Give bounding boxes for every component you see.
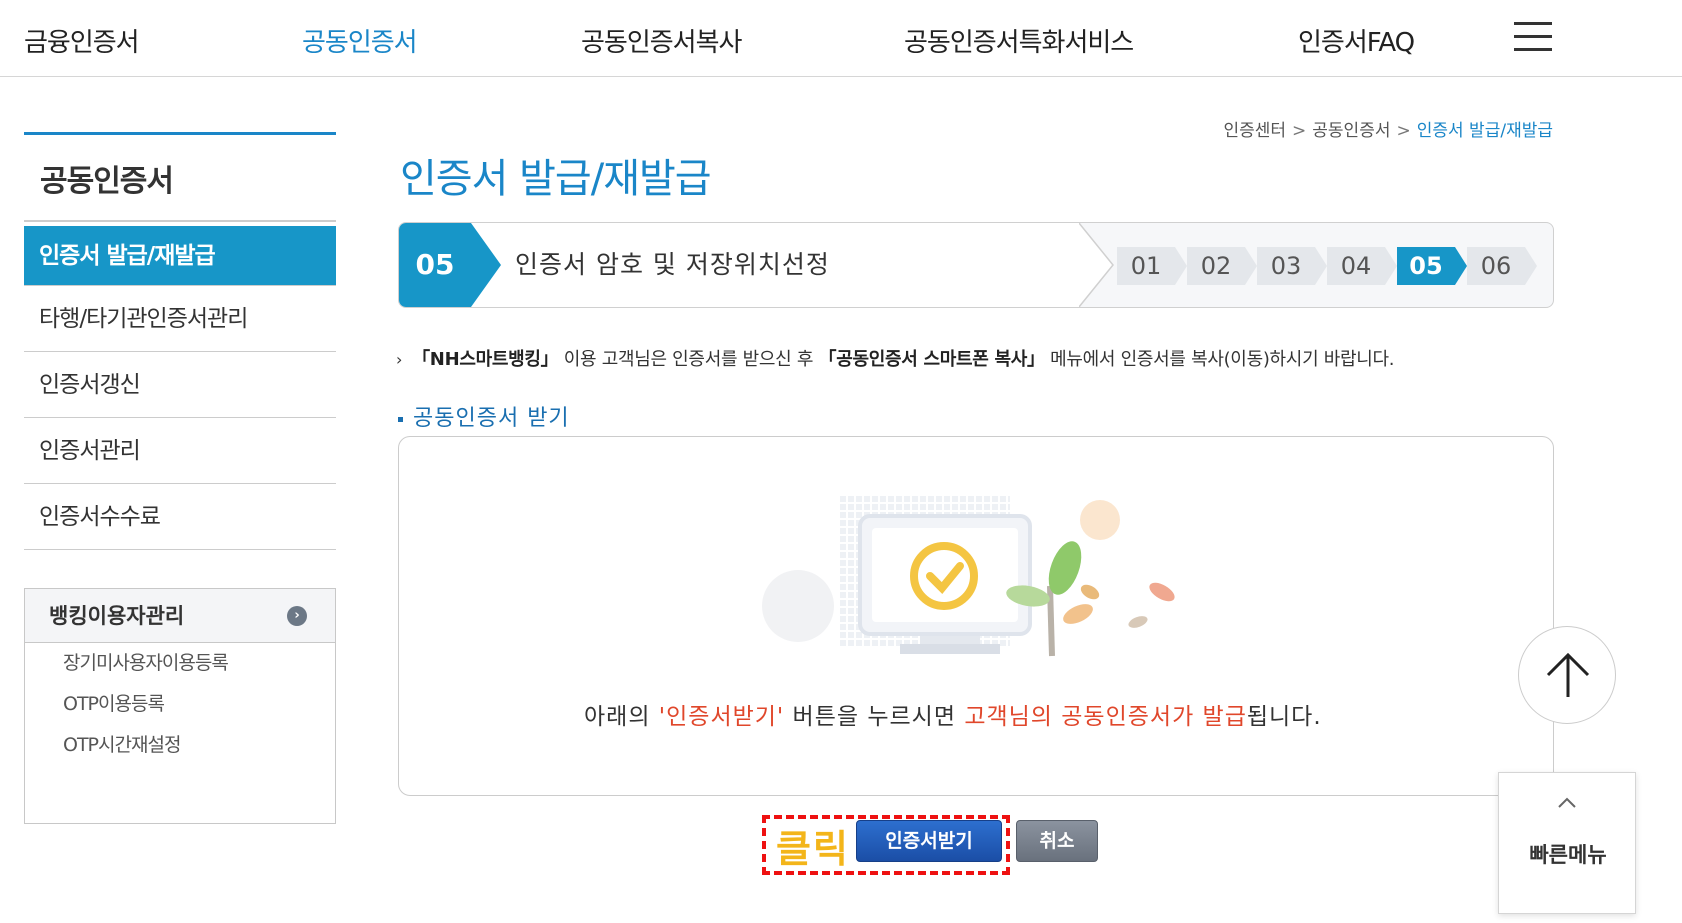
section-title: 공동인증서 받기: [398, 400, 570, 432]
sidebar-item-issue[interactable]: 인증서 발급/재발급: [24, 226, 336, 286]
step-chip: 02: [1187, 247, 1257, 285]
nav-item-financial-cert[interactable]: 금융인증서: [24, 22, 140, 59]
chevron-right-icon: ›: [396, 350, 403, 369]
quick-menu-button[interactable]: 빠른메뉴: [1498, 772, 1636, 914]
scroll-top-button[interactable]: [1518, 626, 1616, 724]
step-chip: 01: [1117, 247, 1187, 285]
chevron-right-icon[interactable]: ›: [287, 606, 307, 626]
page-title: 인증서 발급/재발급: [400, 156, 712, 202]
step-bar: 05 인증서 암호 및 저장위치선정 01 02 03 04 05 06: [398, 222, 1554, 308]
nav-item-special-service[interactable]: 공동인증서특화서비스: [904, 22, 1134, 59]
certificate-illustration: [762, 496, 1175, 657]
nav-item-cert-copy[interactable]: 공동인증서복사: [581, 22, 742, 59]
step-chip-active: 05: [1397, 247, 1467, 285]
nav-item-faq[interactable]: 인증서FAQ: [1298, 22, 1415, 59]
current-step-label: 인증서 암호 및 저장위치선정: [515, 250, 830, 279]
breadcrumb: 인증센터 > 공동인증서 > 인증서 발급/재발급: [1223, 121, 1553, 141]
arrow-up-icon: [1546, 652, 1590, 697]
breadcrumb-item[interactable]: 인증센터: [1223, 121, 1286, 141]
banking-user-header[interactable]: 뱅킹이용자관리 ›: [25, 589, 335, 643]
step-chip: 04: [1327, 247, 1397, 285]
sub-item-otp-register[interactable]: OTP이용등록: [25, 684, 335, 725]
sidebar-item-other-bank[interactable]: 타행/타기관인증서관리: [24, 286, 336, 352]
notice-text: › 「NH스마트뱅킹」 이용 고객님은 인증서를 받으신 후 「공동인증서 스마트…: [396, 349, 1395, 370]
banking-user-box: 뱅킹이용자관리 › 장기미사용자이용등록 OTP이용등록 OTP시간재설정: [24, 588, 336, 824]
sidebar-title: 공동인증서: [40, 164, 174, 199]
sub-item-otp-reset[interactable]: OTP시간재설정: [25, 725, 335, 766]
sidebar-item-fee[interactable]: 인증서수수료: [24, 484, 336, 550]
breadcrumb-item[interactable]: 공동인증서: [1312, 121, 1390, 141]
nav-item-joint-cert[interactable]: 공동인증서: [302, 22, 418, 59]
step-chip: 03: [1257, 247, 1327, 285]
banking-user-title: 뱅킹이용자관리: [49, 604, 185, 628]
cancel-button[interactable]: 취소: [1016, 820, 1098, 862]
receive-certificate-button[interactable]: 인증서받기: [856, 820, 1002, 862]
panel-message: 아래의 '인증서받기' 버튼을 누르시면 고객님의 공동인증서가 발급됩니다.: [584, 704, 1322, 730]
top-navigation: 금융인증서 공동인증서 공동인증서복사 공동인증서특화서비스 인증서FAQ: [0, 0, 1682, 77]
sidebar-top-line: [24, 132, 336, 135]
sidebar-item-renew[interactable]: 인증서갱신: [24, 352, 336, 418]
quick-menu-label: 빠른메뉴: [1529, 843, 1607, 867]
current-step-number: 05: [399, 223, 471, 307]
breadcrumb-current: 인증서 발급/재발급: [1416, 121, 1553, 141]
hamburger-menu-icon[interactable]: [1514, 22, 1552, 52]
sidebar-menu: 인증서 발급/재발급 타행/타기관인증서관리 인증서갱신 인증서관리 인증서수수…: [24, 220, 336, 550]
sidebar-item-manage[interactable]: 인증서관리: [24, 418, 336, 484]
click-annotation: 클릭: [776, 827, 850, 871]
chevron-up-icon: [1558, 797, 1576, 808]
step-chip: 06: [1467, 247, 1537, 285]
sub-item-long-term[interactable]: 장기미사용자이용등록: [25, 643, 335, 684]
